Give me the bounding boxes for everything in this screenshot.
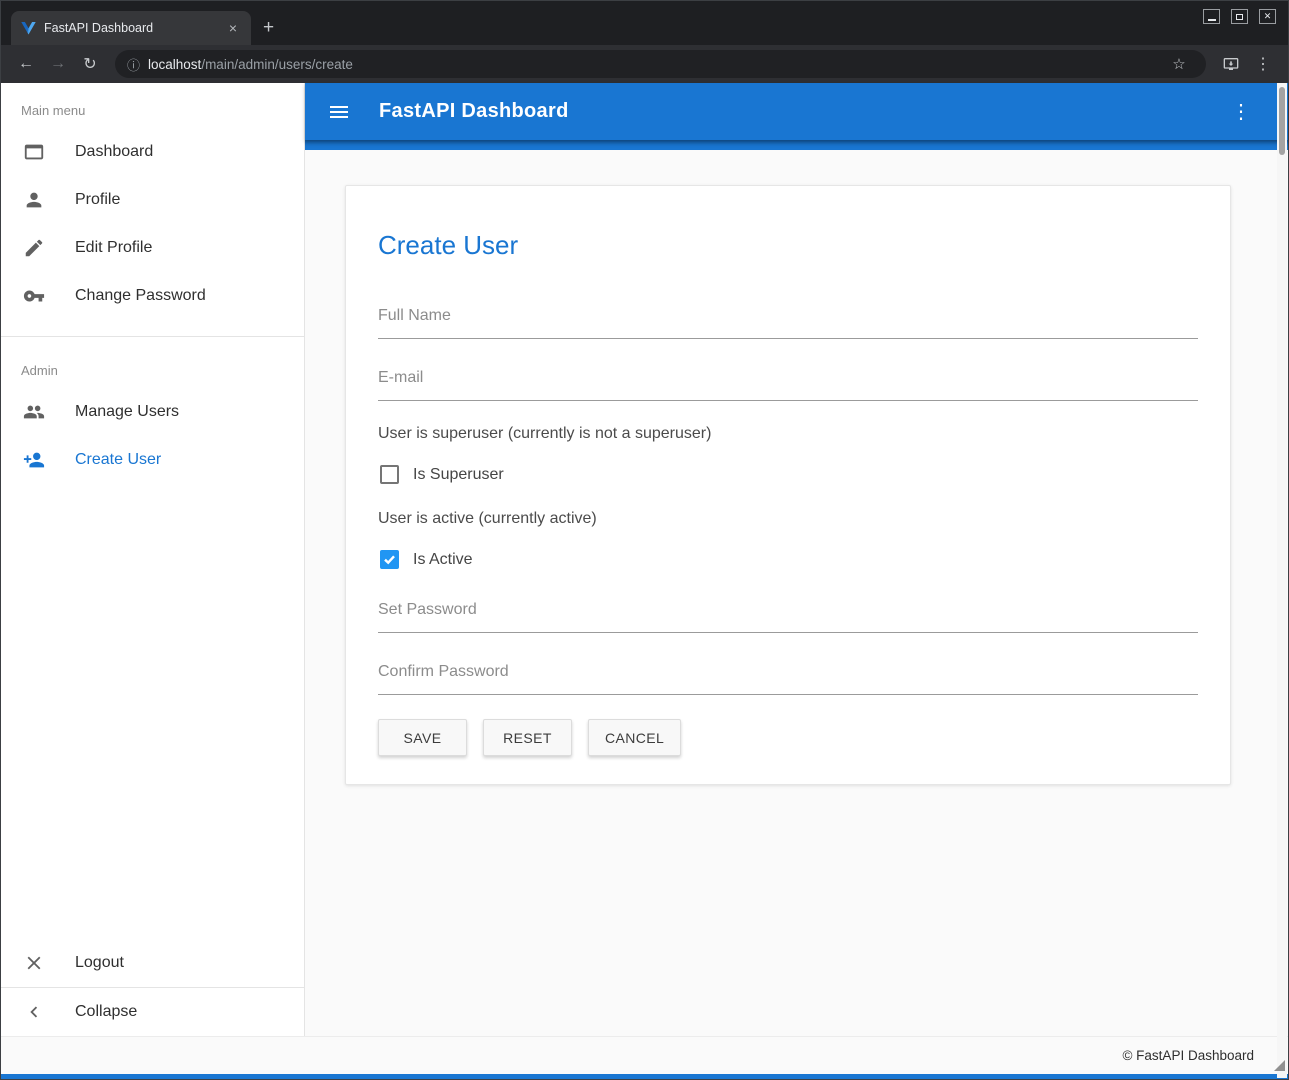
tab-close-icon[interactable]: ×	[225, 20, 241, 36]
hamburger-menu-icon[interactable]	[327, 100, 351, 124]
browser-toolbar: ← → ↻ ⓘ localhost/main/admin/users/creat…	[1, 45, 1288, 83]
superuser-hint: User is superuser (currently is not a su…	[378, 425, 1198, 443]
address-bar[interactable]: ⓘ localhost/main/admin/users/create ☆	[115, 50, 1206, 78]
footer-accent-strip	[1, 1074, 1288, 1079]
appbar-kebab-icon[interactable]: ⋮	[1230, 99, 1266, 124]
sidebar-item-label: Edit Profile	[75, 239, 152, 257]
superuser-checkbox-row[interactable]: Is Superuser	[380, 465, 1198, 484]
reset-button[interactable]: RESET	[483, 719, 572, 756]
sidebar: Main menu Dashboard Profile Edit Profile…	[1, 83, 305, 1036]
url-text: localhost/main/admin/users/create	[148, 57, 1156, 72]
sidebar-section-main-menu: Main menu	[1, 83, 304, 128]
new-tab-button[interactable]: +	[263, 18, 274, 37]
superuser-checkbox-label: Is Superuser	[413, 466, 504, 484]
active-hint: User is active (currently active)	[378, 510, 1198, 528]
reload-icon[interactable]: ↻	[75, 50, 105, 78]
url-path: /main/admin/users/create	[201, 57, 353, 72]
sidebar-item-label: Collapse	[75, 1003, 137, 1021]
appbar-extension	[305, 140, 1288, 150]
url-host: localhost	[148, 57, 201, 72]
pencil-icon	[23, 237, 45, 259]
vuetify-favicon-icon	[21, 22, 36, 35]
email-input[interactable]	[378, 363, 1198, 401]
cancel-button[interactable]: CANCEL	[588, 719, 681, 756]
resize-grip[interactable]	[1274, 1060, 1285, 1071]
save-button[interactable]: SAVE	[378, 719, 467, 756]
window-close-button[interactable]: ✕	[1259, 9, 1276, 24]
key-icon	[23, 285, 45, 307]
full-name-input[interactable]	[378, 301, 1198, 339]
sidebar-item-collapse[interactable]: Collapse	[1, 988, 304, 1036]
install-app-icon[interactable]	[1216, 50, 1246, 78]
form-buttons: SAVE RESET CANCEL	[378, 719, 1198, 756]
window-maximize-button[interactable]	[1231, 9, 1248, 24]
sidebar-item-label: Manage Users	[75, 403, 179, 421]
active-checkbox-label: Is Active	[413, 551, 473, 569]
confirm-password-input[interactable]	[378, 657, 1198, 695]
maximize-icon	[1236, 14, 1243, 20]
sidebar-item-manage-users[interactable]: Manage Users	[1, 388, 304, 436]
appbar-title: FastAPI Dashboard	[379, 100, 569, 123]
sidebar-item-edit-profile[interactable]: Edit Profile	[1, 224, 304, 272]
browser-window: FastAPI Dashboard × + ✕ ← → ↻ ⓘ localhos…	[0, 0, 1289, 1080]
site-info-icon[interactable]: ⓘ	[127, 55, 140, 74]
sidebar-item-label: Dashboard	[75, 143, 153, 161]
sidebar-item-logout[interactable]: Logout	[1, 939, 304, 987]
sidebar-item-dashboard[interactable]: Dashboard	[1, 128, 304, 176]
app-bar: FastAPI Dashboard ⋮	[305, 83, 1288, 140]
tab-strip: FastAPI Dashboard × + ✕	[1, 1, 1288, 45]
close-icon	[23, 952, 45, 974]
page-footer: © FastAPI Dashboard	[1, 1036, 1288, 1074]
full-name-field-wrap	[378, 301, 1198, 339]
sidebar-item-label: Create User	[75, 451, 161, 469]
sidebar-item-change-password[interactable]: Change Password	[1, 272, 304, 320]
sidebar-item-label: Logout	[75, 954, 124, 972]
tab-title: FastAPI Dashboard	[44, 21, 217, 35]
browser-menu-kebab-icon[interactable]: ⋮	[1248, 50, 1278, 78]
page-title: Create User	[378, 230, 1198, 261]
password-field-wrap	[378, 595, 1198, 633]
scrollbar[interactable]	[1277, 83, 1287, 1078]
window-controls: ✕	[1203, 9, 1276, 24]
active-checkbox-row[interactable]: Is Active	[380, 550, 1198, 569]
dashboard-icon	[23, 141, 45, 163]
email-field-wrap	[378, 363, 1198, 401]
sidebar-item-profile[interactable]: Profile	[1, 176, 304, 224]
chevron-left-icon	[23, 1001, 45, 1023]
sidebar-item-label: Profile	[75, 191, 120, 209]
scrollbar-thumb[interactable]	[1279, 87, 1285, 155]
people-icon	[23, 401, 45, 423]
browser-tab[interactable]: FastAPI Dashboard ×	[11, 11, 251, 45]
active-checkbox	[380, 550, 399, 569]
password-input[interactable]	[378, 595, 1198, 633]
confirm-password-field-wrap	[378, 657, 1198, 695]
back-icon[interactable]: ←	[11, 50, 41, 78]
sidebar-item-create-user[interactable]: Create User	[1, 436, 304, 484]
person-icon	[23, 189, 45, 211]
content-area: Create User User is superuser (currently…	[305, 150, 1288, 1036]
page: Main menu Dashboard Profile Edit Profile…	[1, 83, 1288, 1036]
sidebar-section-admin: Admin	[1, 337, 304, 388]
bookmark-star-icon[interactable]: ☆	[1164, 50, 1194, 78]
forward-icon[interactable]: →	[43, 50, 73, 78]
create-user-card: Create User User is superuser (currently…	[345, 185, 1231, 785]
sidebar-spacer	[1, 484, 304, 939]
sidebar-item-label: Change Password	[75, 287, 206, 305]
minimize-icon	[1208, 19, 1216, 21]
person-add-icon	[23, 449, 45, 471]
superuser-checkbox	[380, 465, 399, 484]
main-area: FastAPI Dashboard ⋮ Create User User is …	[305, 83, 1288, 1036]
window-minimize-button[interactable]	[1203, 9, 1220, 24]
footer-copyright: © FastAPI Dashboard	[1122, 1048, 1254, 1063]
